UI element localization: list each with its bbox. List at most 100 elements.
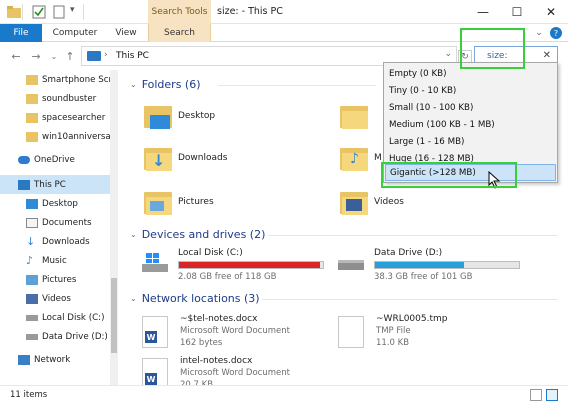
folder-icon bbox=[26, 112, 38, 123]
folder-tile-downloads[interactable]: ↓ Downloads bbox=[144, 138, 227, 178]
videos-icon bbox=[26, 293, 38, 304]
group-divider bbox=[218, 85, 376, 86]
file-tile-tel-notes[interactable]: W ~$tel-notes.docx Microsoft Word Docume… bbox=[142, 314, 332, 354]
sidebar-item-onedrive[interactable]: OneDrive bbox=[0, 150, 110, 169]
sidebar-item-network[interactable]: Network bbox=[0, 350, 110, 369]
ribbon-collapse-icon[interactable]: ⌄ bbox=[532, 24, 546, 42]
videos-folder-icon bbox=[340, 189, 368, 215]
tab-file[interactable]: File bbox=[0, 24, 42, 42]
generic-file-icon bbox=[338, 316, 364, 348]
window-title: size: - This PC bbox=[217, 6, 283, 17]
drive-icon bbox=[26, 314, 38, 321]
size-option-tiny[interactable]: Tiny (0 - 10 KB) bbox=[385, 82, 556, 99]
tab-computer[interactable]: Computer bbox=[46, 24, 104, 42]
pictures-folder-icon bbox=[144, 189, 172, 215]
windows-drive-icon bbox=[142, 253, 168, 272]
group-header-devices[interactable]: ⌄ Devices and drives (2) bbox=[130, 228, 265, 241]
tab-search[interactable]: Search bbox=[148, 24, 211, 42]
sidebar-item-pictures[interactable]: Pictures bbox=[0, 270, 110, 289]
item-count: 11 items bbox=[10, 390, 48, 400]
music-folder-icon: ♪ bbox=[340, 145, 368, 171]
sidebar-item-videos[interactable]: Videos bbox=[0, 289, 110, 308]
details-view-icon[interactable] bbox=[530, 389, 542, 401]
size-option-gigantic[interactable]: Gigantic (>128 MB) bbox=[385, 164, 556, 181]
forward-button[interactable]: → bbox=[28, 47, 44, 65]
music-icon: ♪ bbox=[26, 253, 34, 267]
word-document-icon: W bbox=[142, 316, 168, 348]
folder-tile-documents[interactable] bbox=[340, 96, 368, 136]
computer-icon bbox=[18, 179, 30, 190]
tab-view[interactable]: View bbox=[104, 24, 148, 42]
help-button[interactable]: ? bbox=[550, 24, 562, 42]
drive-icon bbox=[26, 333, 38, 340]
clear-search-icon[interactable]: ✕ bbox=[543, 50, 551, 61]
folder-tile-desktop[interactable]: Desktop bbox=[144, 96, 215, 136]
drive-tile-data-drive-d[interactable]: Data Drive (D:) 38.3 GB free of 101 GB bbox=[336, 248, 526, 284]
back-button[interactable]: ← bbox=[8, 47, 24, 65]
new-folder-icon[interactable] bbox=[52, 5, 66, 19]
close-button[interactable]: ✕ bbox=[534, 0, 568, 24]
pictures-icon bbox=[26, 274, 38, 285]
desktop-folder-icon bbox=[144, 103, 172, 129]
sidebar-item-desktop[interactable]: Desktop bbox=[0, 194, 110, 213]
group-header-folders[interactable]: ⌄ Folders (6) bbox=[130, 78, 201, 91]
sidebar-scrollbar-thumb[interactable] bbox=[111, 278, 117, 353]
size-option-empty[interactable]: Empty (0 KB) bbox=[385, 65, 556, 82]
folder-icon bbox=[26, 93, 38, 104]
mouse-cursor-icon bbox=[488, 171, 501, 189]
collapse-chevron-icon[interactable]: ⌄ bbox=[130, 80, 137, 89]
large-icons-view-icon[interactable] bbox=[546, 389, 558, 401]
sidebar-item-music[interactable]: ♪ Music bbox=[0, 251, 110, 270]
maximize-button[interactable]: ☐ bbox=[500, 0, 534, 24]
breadcrumb-this-pc[interactable]: This PC bbox=[116, 51, 149, 61]
breadcrumb-chevron-icon[interactable]: › bbox=[104, 50, 108, 60]
drive-tile-local-disk-c[interactable]: Local Disk (C:) 2.08 GB free of 118 GB bbox=[140, 248, 330, 284]
group-header-network-locations[interactable]: ⌄ Network locations (3) bbox=[130, 292, 260, 305]
sidebar-item-win10anniversary[interactable]: win10anniversar bbox=[0, 127, 110, 146]
folder-icon[interactable] bbox=[7, 5, 21, 19]
desktop-icon bbox=[26, 198, 38, 209]
size-option-large[interactable]: Large (1 - 16 MB) bbox=[385, 133, 556, 150]
properties-icon[interactable] bbox=[32, 5, 46, 19]
sidebar-item-smartphone-screen[interactable]: Smartphone Scre bbox=[0, 70, 110, 89]
folder-tile-music[interactable]: ♪ M bbox=[340, 138, 382, 178]
address-dropdown-icon[interactable]: ⌄ bbox=[444, 49, 452, 59]
sidebar-item-data-drive-d[interactable]: Data Drive (D:) bbox=[0, 327, 110, 346]
folder-icon bbox=[26, 131, 38, 142]
group-divider bbox=[262, 299, 558, 300]
collapse-chevron-icon[interactable]: ⌄ bbox=[130, 294, 137, 303]
sidebar-item-spacesearcher[interactable]: spacesearcher bbox=[0, 108, 110, 127]
drive-icon bbox=[338, 260, 364, 270]
computer-icon bbox=[87, 51, 101, 61]
sidebar-item-this-pc[interactable]: This PC bbox=[0, 175, 110, 194]
navigation-pane: Smartphone Scre soundbuster spacesearche… bbox=[0, 70, 118, 385]
documents-folder-icon bbox=[340, 103, 368, 129]
up-button[interactable]: ↑ bbox=[62, 47, 78, 65]
drive-usage-fill bbox=[375, 262, 465, 268]
sidebar-scrollbar[interactable] bbox=[110, 70, 118, 385]
downloads-icon: ↓ bbox=[26, 234, 36, 248]
file-tile-wrl0005[interactable]: ~WRL0005.tmp TMP File 11.0 KB bbox=[338, 314, 528, 354]
ribbon-tabs: File Computer View Search ⌄ ? bbox=[0, 24, 568, 42]
network-icon bbox=[18, 354, 30, 365]
size-option-small[interactable]: Small (10 - 100 KB) bbox=[385, 99, 556, 116]
minimize-button[interactable]: — bbox=[466, 0, 500, 24]
sidebar-item-soundbuster[interactable]: soundbuster bbox=[0, 89, 110, 108]
group-divider bbox=[268, 235, 558, 236]
title-bar: ▾ Search Tools size: - This PC — ☐ ✕ bbox=[0, 0, 568, 24]
collapse-chevron-icon[interactable]: ⌄ bbox=[130, 230, 137, 239]
folder-tile-pictures[interactable]: Pictures bbox=[144, 182, 214, 222]
divider bbox=[83, 4, 84, 20]
sidebar-item-local-disk-c[interactable]: Local Disk (C:) bbox=[0, 308, 110, 327]
sidebar-item-downloads[interactable]: ↓ Downloads bbox=[0, 232, 110, 251]
size-option-medium[interactable]: Medium (100 KB - 1 MB) bbox=[385, 116, 556, 133]
quick-access-dropdown-icon[interactable]: ▾ bbox=[70, 5, 84, 19]
search-tools-context-tab: Search Tools bbox=[148, 0, 211, 24]
sidebar-item-documents[interactable]: Documents bbox=[0, 213, 110, 232]
drive-usage-bar bbox=[374, 261, 520, 269]
folder-tile-videos[interactable]: Videos bbox=[340, 182, 404, 222]
drive-usage-bar bbox=[178, 261, 324, 269]
divider bbox=[22, 4, 23, 20]
cloud-icon bbox=[18, 155, 30, 164]
recent-locations-button[interactable]: ⌄ bbox=[46, 47, 62, 65]
